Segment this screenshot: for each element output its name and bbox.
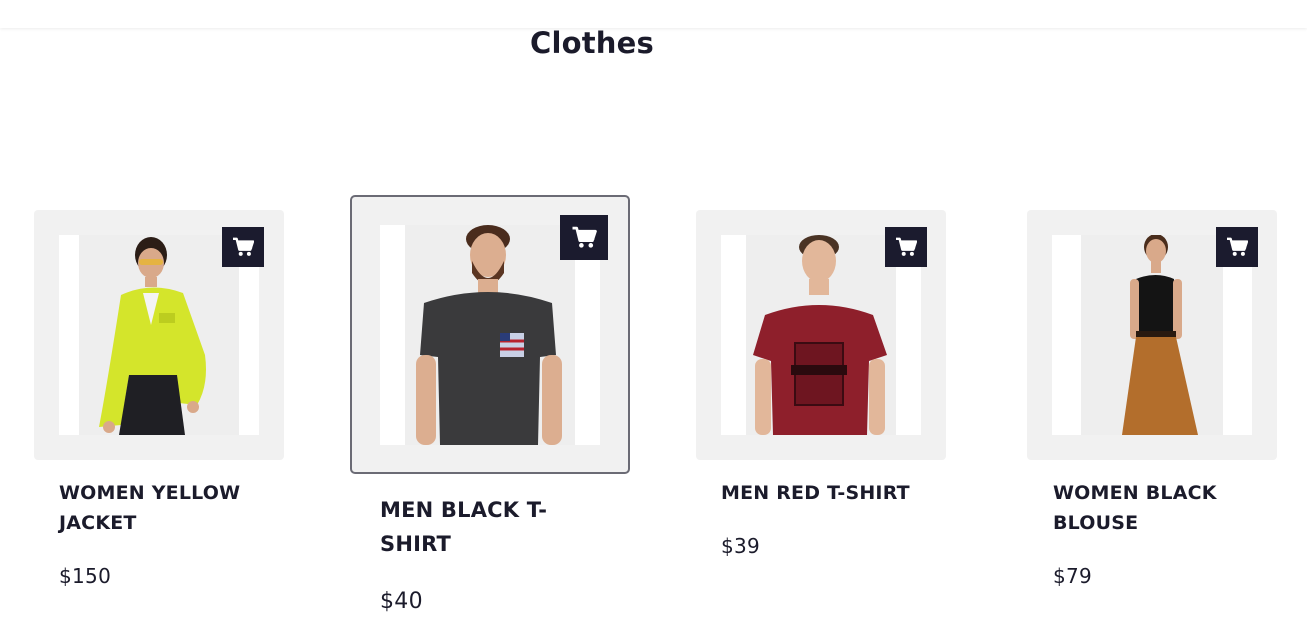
cart-icon: [896, 237, 917, 256]
add-to-cart-button[interactable]: [1216, 227, 1258, 267]
product-image-frame[interactable]: [696, 210, 946, 460]
cart-icon: [1227, 237, 1248, 256]
cart-icon: [572, 226, 597, 248]
top-bar: [0, 0, 1307, 28]
product-image-frame[interactable]: [1027, 210, 1277, 460]
cart-icon: [233, 237, 254, 256]
product-name[interactable]: WOMEN BLACK BLOUSE: [1053, 478, 1253, 538]
product-image-frame[interactable]: [34, 210, 284, 460]
product-price: $39: [721, 534, 761, 558]
product-price: $79: [1053, 564, 1093, 588]
product-name[interactable]: MEN BLACK T-SHIRT: [380, 493, 570, 561]
add-to-cart-button[interactable]: [560, 215, 608, 260]
product-price: $40: [380, 589, 423, 614]
product-image-frame[interactable]: [350, 195, 630, 474]
product-name[interactable]: WOMEN YELLOW JACKET: [59, 478, 259, 538]
page-title: Clothes: [530, 26, 654, 60]
add-to-cart-button[interactable]: [222, 227, 264, 267]
product-name[interactable]: MEN RED T-SHIRT: [721, 478, 941, 508]
add-to-cart-button[interactable]: [885, 227, 927, 267]
product-price: $150: [59, 564, 112, 588]
